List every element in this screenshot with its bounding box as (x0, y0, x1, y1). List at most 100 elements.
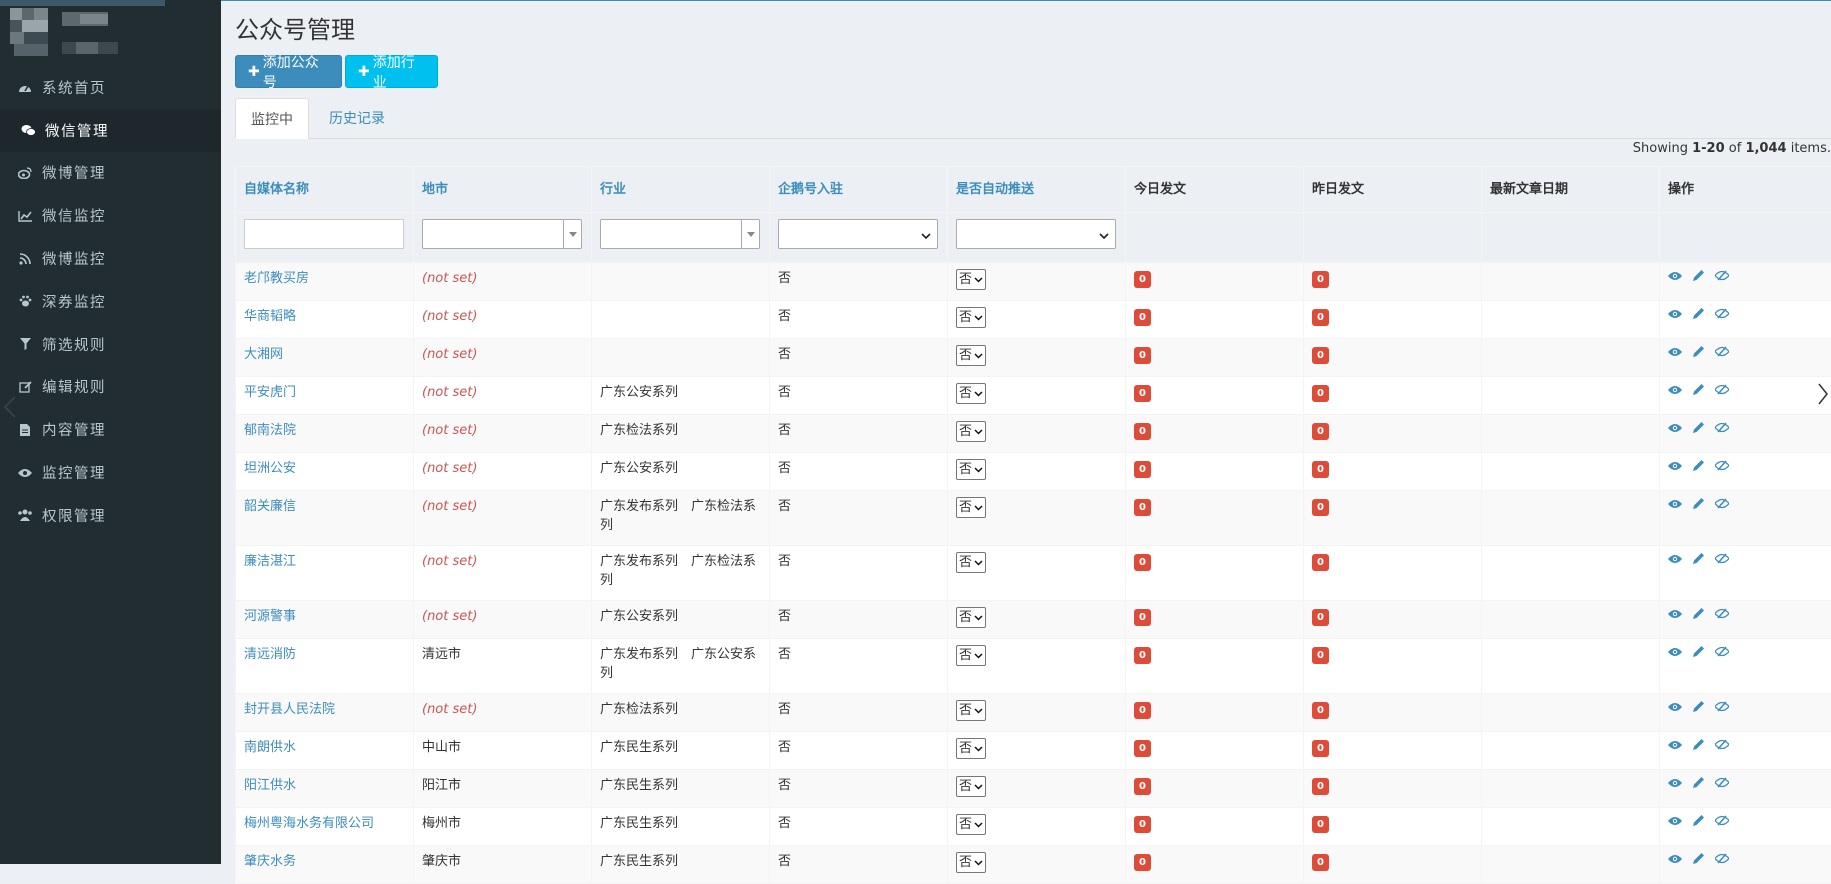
name-filter-input[interactable] (244, 219, 404, 249)
sidebar-item-wechat-monitor[interactable]: 微信监控 (0, 194, 221, 237)
unmonitor-eye-slash-icon[interactable] (1715, 701, 1729, 712)
account-name-link[interactable]: 阳江供水 (244, 778, 296, 793)
edit-pencil-icon[interactable] (1692, 776, 1705, 789)
view-eye-icon[interactable] (1668, 385, 1682, 395)
edit-pencil-icon[interactable] (1692, 345, 1705, 358)
col-industry[interactable]: 行业 (592, 167, 770, 213)
auto-push-select[interactable]: 否 (956, 852, 986, 873)
col-name[interactable]: 自媒体名称 (236, 167, 414, 213)
account-name-link[interactable]: 大湘网 (244, 347, 283, 362)
auto-push-select[interactable]: 否 (956, 814, 986, 835)
account-name-link[interactable]: 郁南法院 (244, 423, 296, 438)
edit-pencil-icon[interactable] (1692, 552, 1705, 565)
auto-push-select[interactable]: 否 (956, 607, 986, 628)
view-eye-icon[interactable] (1668, 702, 1682, 712)
view-eye-icon[interactable] (1668, 423, 1682, 433)
account-name-link[interactable]: 封开县人民法院 (244, 702, 335, 717)
tab-history[interactable]: 历史记录 (314, 98, 400, 138)
view-eye-icon[interactable] (1668, 854, 1682, 864)
unmonitor-eye-slash-icon[interactable] (1715, 853, 1729, 864)
unmonitor-eye-slash-icon[interactable] (1715, 608, 1729, 619)
auto-push-select[interactable]: 否 (956, 269, 986, 290)
sidebar-item-content[interactable]: 内容管理 (0, 408, 221, 451)
edit-pencil-icon[interactable] (1692, 421, 1705, 434)
edit-pencil-icon[interactable] (1692, 383, 1705, 396)
unmonitor-eye-slash-icon[interactable] (1715, 815, 1729, 826)
account-name-link[interactable]: 梅州粤海水务有限公司 (244, 816, 374, 831)
edit-pencil-icon[interactable] (1692, 307, 1705, 320)
auto-push-select[interactable]: 否 (956, 345, 986, 366)
col-city[interactable]: 地市 (414, 167, 592, 213)
sidebar-item-dashboard[interactable]: 系统首页 (0, 66, 221, 109)
sidebar-item-weibo[interactable]: 微博管理 (0, 152, 221, 195)
edit-pencil-icon[interactable] (1692, 269, 1705, 282)
auto-push-select[interactable]: 否 (956, 700, 986, 721)
view-eye-icon[interactable] (1668, 461, 1682, 471)
sidebar-item-deep-monitor[interactable]: 深券监控 (0, 280, 221, 323)
unmonitor-eye-slash-icon[interactable] (1715, 498, 1729, 509)
view-eye-icon[interactable] (1668, 647, 1682, 657)
view-eye-icon[interactable] (1668, 740, 1682, 750)
unmonitor-eye-slash-icon[interactable] (1715, 460, 1729, 471)
unmonitor-eye-slash-icon[interactable] (1715, 646, 1729, 657)
edit-pencil-icon[interactable] (1692, 738, 1705, 751)
edit-pencil-icon[interactable] (1692, 645, 1705, 658)
col-auto-push[interactable]: 是否自动推送 (948, 167, 1126, 213)
view-eye-icon[interactable] (1668, 309, 1682, 319)
add-industry-button[interactable]: ✚添加行业 (345, 55, 438, 88)
account-name-link[interactable]: 清远消防 (244, 647, 296, 662)
auto-push-select[interactable]: 否 (956, 552, 986, 573)
edit-pencil-icon[interactable] (1692, 607, 1705, 620)
sidebar-item-filter-rules[interactable]: 筛选规则 (0, 323, 221, 366)
unmonitor-eye-slash-icon[interactable] (1715, 422, 1729, 433)
sidebar-item-wechat[interactable]: 微信管理 (0, 109, 221, 152)
unmonitor-eye-slash-icon[interactable] (1715, 270, 1729, 281)
unmonitor-eye-slash-icon[interactable] (1715, 553, 1729, 564)
add-account-button[interactable]: ✚添加公众号 (235, 55, 342, 88)
tab-monitoring[interactable]: 监控中 (235, 98, 309, 139)
edit-pencil-icon[interactable] (1692, 497, 1705, 510)
sidebar-item-permissions[interactable]: 权限管理 (0, 494, 221, 537)
view-eye-icon[interactable] (1668, 271, 1682, 281)
account-name-link[interactable]: 韶关廉信 (244, 499, 296, 514)
edit-pencil-icon[interactable] (1692, 814, 1705, 827)
auto-push-select[interactable]: 否 (956, 307, 986, 328)
unmonitor-eye-slash-icon[interactable] (1715, 346, 1729, 357)
edit-pencil-icon[interactable] (1692, 852, 1705, 865)
view-eye-icon[interactable] (1668, 554, 1682, 564)
sidebar-item-edit-rules[interactable]: 编辑规则 (0, 366, 221, 409)
account-name-link[interactable]: 廉洁湛江 (244, 554, 296, 569)
edit-pencil-icon[interactable] (1692, 700, 1705, 713)
account-name-link[interactable]: 肇庆水务 (244, 854, 296, 869)
city-filter-select[interactable] (422, 219, 582, 249)
unmonitor-eye-slash-icon[interactable] (1715, 777, 1729, 788)
account-name-link[interactable]: 平安虎门 (244, 385, 296, 400)
industry-filter-select[interactable] (600, 219, 760, 249)
view-eye-icon[interactable] (1668, 609, 1682, 619)
auto-push-select[interactable]: 否 (956, 421, 986, 442)
chevron-left-icon[interactable] (3, 396, 17, 418)
view-eye-icon[interactable] (1668, 499, 1682, 509)
account-name-link[interactable]: 华商韬略 (244, 309, 296, 324)
auto-push-select[interactable]: 否 (956, 497, 986, 518)
account-name-link[interactable]: 老邝教买房 (244, 271, 309, 286)
auto-push-select[interactable]: 否 (956, 645, 986, 666)
view-eye-icon[interactable] (1668, 778, 1682, 788)
penguin-filter-select[interactable] (778, 219, 938, 249)
edit-pencil-icon[interactable] (1692, 459, 1705, 472)
account-name-link[interactable]: 坦洲公安 (244, 461, 296, 476)
auto-push-select[interactable]: 否 (956, 383, 986, 404)
col-penguin[interactable]: 企鹅号入驻 (770, 167, 948, 213)
sidebar-item-monitor-mgmt[interactable]: 监控管理 (0, 451, 221, 494)
view-eye-icon[interactable] (1668, 347, 1682, 357)
chevron-right-icon[interactable] (1818, 383, 1828, 409)
auto-push-select[interactable]: 否 (956, 459, 986, 480)
sidebar-item-weibo-monitor[interactable]: 微博监控 (0, 237, 221, 280)
account-name-link[interactable]: 河源警事 (244, 609, 296, 624)
view-eye-icon[interactable] (1668, 816, 1682, 826)
unmonitor-eye-slash-icon[interactable] (1715, 739, 1729, 750)
unmonitor-eye-slash-icon[interactable] (1715, 308, 1729, 319)
auto-push-select[interactable]: 否 (956, 776, 986, 797)
account-name-link[interactable]: 南朗供水 (244, 740, 296, 755)
push-filter-select[interactable] (956, 219, 1116, 249)
